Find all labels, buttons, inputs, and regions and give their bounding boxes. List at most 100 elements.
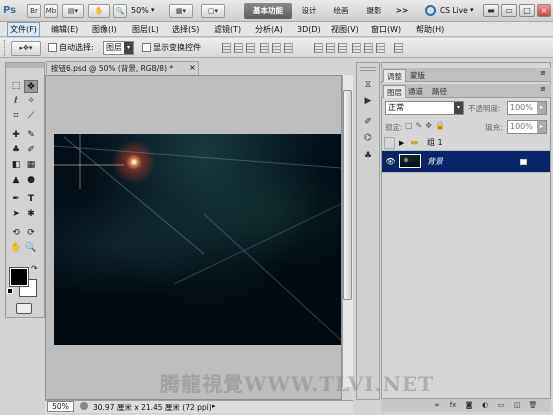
vertical-scroll-thumb[interactable] xyxy=(343,90,352,300)
workspace-design[interactable]: 设计 xyxy=(296,3,322,19)
bridge-button[interactable]: Br xyxy=(27,4,41,18)
panel-menu-icon[interactable]: ≡ xyxy=(540,69,546,77)
menu-analysis[interactable]: 分析(A) xyxy=(253,22,285,37)
align-left-icon[interactable] xyxy=(260,43,269,53)
add-mask-icon[interactable]: ◙ xyxy=(463,400,475,411)
maximize-button[interactable]: □ xyxy=(519,4,535,17)
opacity-field[interactable]: 100% ▸ xyxy=(507,101,547,115)
eraser-tool-icon[interactable]: ◧ xyxy=(9,159,23,172)
tab-paths[interactable]: 路径 xyxy=(429,85,450,98)
align-bottom-icon[interactable] xyxy=(246,43,255,53)
minimize-button[interactable]: ▬ xyxy=(483,4,499,17)
eyedropper-tool-icon[interactable]: ⟋ xyxy=(24,110,38,123)
mini-bridge-button[interactable]: Mb xyxy=(44,4,58,18)
align-hcenter-icon[interactable] xyxy=(272,43,281,53)
align-vcenter-icon[interactable] xyxy=(234,43,243,53)
distribute-bottom-icon[interactable] xyxy=(338,43,347,53)
quick-mask-icon[interactable] xyxy=(16,303,32,314)
distribute-right-icon[interactable] xyxy=(376,43,385,53)
tool-presets-icon[interactable]: ✐ xyxy=(360,115,376,129)
link-layers-icon[interactable]: ∞ xyxy=(431,400,443,411)
more-workspaces-button[interactable]: >> xyxy=(393,3,411,19)
show-transform-checkbox[interactable] xyxy=(142,43,151,52)
delete-layer-icon[interactable]: 🗑 xyxy=(527,400,539,411)
marquee-tool-icon[interactable]: ⬚ xyxy=(9,80,23,93)
tab-masks[interactable]: 蒙版 xyxy=(407,69,428,82)
3d-rotate-tool-icon[interactable]: ⟲ xyxy=(9,227,23,240)
distribute-top-icon[interactable] xyxy=(314,43,323,53)
menu-window[interactable]: 窗口(W) xyxy=(369,22,403,37)
cslive-dropdown-icon[interactable]: ▾ xyxy=(470,6,474,14)
blur-tool-icon[interactable]: ▲ xyxy=(9,174,23,187)
move-tool-icon[interactable]: ✥ xyxy=(24,80,38,93)
actions-panel-icon[interactable]: ▶ xyxy=(360,94,376,108)
dodge-tool-icon[interactable]: ● xyxy=(24,174,38,187)
tab-layers[interactable]: 图层 xyxy=(383,85,406,98)
3d-orbit-tool-icon[interactable]: ⟳ xyxy=(24,227,38,240)
align-top-icon[interactable] xyxy=(222,43,231,53)
close-document-icon[interactable]: × xyxy=(189,63,196,72)
layers-panel-menu-icon[interactable]: ≡ xyxy=(540,85,546,93)
history-panel-icon[interactable]: ⧖ xyxy=(360,78,376,92)
layer-row-group[interactable]: ▶ ▬ 组 1 xyxy=(382,135,550,151)
zoom-tool-appbar-button[interactable]: 🔍 xyxy=(113,4,127,18)
auto-select-checkbox[interactable] xyxy=(48,43,57,52)
layer-row-background[interactable]: 👁 背景 xyxy=(382,151,550,173)
cslive-icon[interactable] xyxy=(425,5,436,16)
quick-selection-tool-icon[interactable]: ✧ xyxy=(24,95,38,108)
workspace-photography[interactable]: 摄影 xyxy=(361,3,387,19)
distribute-left-icon[interactable] xyxy=(352,43,361,53)
extras-menu-button[interactable]: ▤▾ xyxy=(62,4,84,18)
options-grip[interactable] xyxy=(4,40,8,56)
expand-group-icon[interactable]: ▶ xyxy=(399,135,404,151)
default-colors-icon[interactable] xyxy=(7,288,13,294)
restore-button[interactable]: ▭ xyxy=(501,4,517,17)
visibility-toggle-off[interactable] xyxy=(384,137,395,149)
type-tool-icon[interactable]: T xyxy=(24,193,38,206)
layer-style-icon[interactable]: fx xyxy=(447,400,459,411)
cslive-button[interactable]: CS Live xyxy=(440,6,468,15)
layer-name[interactable]: 组 1 xyxy=(427,135,443,151)
lasso-tool-icon[interactable]: ℓ xyxy=(9,95,23,108)
3d-panel-icon[interactable]: ⌬ xyxy=(360,131,376,145)
clone-source-icon[interactable]: ♣ xyxy=(360,149,376,163)
new-group-icon[interactable]: ▭ xyxy=(495,400,507,411)
dock-grip[interactable] xyxy=(360,67,376,71)
menu-view[interactable]: 视图(V) xyxy=(329,22,361,37)
visibility-eye-icon[interactable]: 👁 xyxy=(384,154,397,170)
tab-channels[interactable]: 通道 xyxy=(405,85,426,98)
tool-preset-picker[interactable]: ▸✥▾ xyxy=(11,41,41,56)
menu-select[interactable]: 选择(S) xyxy=(170,22,201,37)
menu-filter[interactable]: 滤镜(T) xyxy=(212,22,243,37)
menu-help[interactable]: 帮助(H) xyxy=(414,22,446,37)
tools-panel-header[interactable] xyxy=(6,63,44,68)
tab-adjustments[interactable]: 调整 xyxy=(383,69,406,82)
arrange-documents-button[interactable]: ▦▾ xyxy=(169,4,193,18)
gradient-tool-icon[interactable]: ▦ xyxy=(24,159,38,172)
auto-select-target[interactable]: 图层 ▾ xyxy=(103,41,134,55)
align-right-icon[interactable] xyxy=(284,43,293,53)
brush-tool-icon[interactable]: ✎ xyxy=(24,129,38,142)
menu-3d[interactable]: 3D(D) xyxy=(295,22,323,37)
history-brush-tool-icon[interactable]: ✐ xyxy=(24,144,38,157)
blend-mode-select[interactable]: 正常 ▾ xyxy=(385,101,464,115)
menu-edit[interactable]: 编辑(E) xyxy=(49,22,80,37)
swap-colors-icon[interactable]: ↷ xyxy=(31,264,38,273)
distribute-vcenter-icon[interactable] xyxy=(326,43,335,53)
clone-stamp-tool-icon[interactable]: ♣ xyxy=(9,144,23,157)
crop-tool-icon[interactable]: ⌗ xyxy=(9,110,23,123)
document-tab[interactable]: 按钮6.psd @ 50% (背景, RGB/8) * xyxy=(46,61,199,75)
distribute-hcenter-icon[interactable] xyxy=(364,43,373,53)
shape-tool-icon[interactable]: ✱ xyxy=(24,208,38,221)
status-zoom-field[interactable]: 50% xyxy=(47,401,74,412)
document-image[interactable] xyxy=(54,134,341,345)
zoom-dropdown-icon[interactable]: ▾ xyxy=(151,6,155,14)
path-selection-tool-icon[interactable]: ➤ xyxy=(9,208,23,221)
menu-file[interactable]: 文件(F) xyxy=(7,22,40,37)
pen-tool-icon[interactable]: ✒ xyxy=(9,193,23,206)
menu-layer[interactable]: 图层(L) xyxy=(130,22,161,37)
screen-mode-button[interactable]: ▢▾ xyxy=(201,4,225,18)
menu-image[interactable]: 图像(I) xyxy=(90,22,119,37)
workspace-essentials[interactable]: 基本功能 xyxy=(244,3,292,19)
lock-icons[interactable]: ▢✎✥🔒 xyxy=(405,121,448,130)
